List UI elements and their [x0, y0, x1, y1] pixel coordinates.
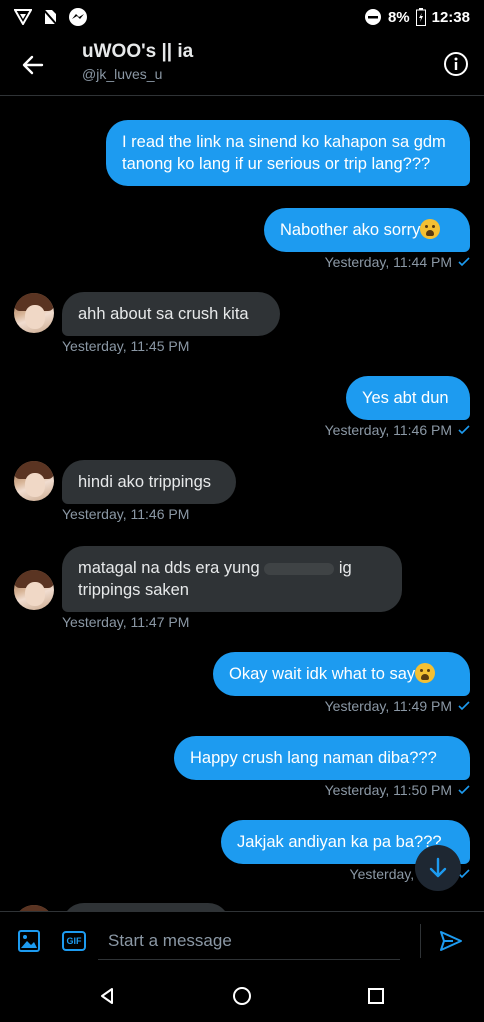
- redacted-text: [264, 562, 335, 575]
- message-bubble-incoming[interactable]: ahh about sa crush kita: [62, 292, 280, 336]
- message-bubble-incoming-partial[interactable]: [62, 903, 230, 911]
- add-gif-button[interactable]: GIF: [61, 928, 87, 954]
- read-check-icon: [458, 425, 470, 435]
- message-composer: GIF: [0, 911, 484, 969]
- status-bar: 8% 12:38: [0, 0, 484, 34]
- message-text: matagal na dds era yung: [78, 559, 260, 577]
- back-button[interactable]: [18, 50, 48, 80]
- message-text: Yes abt dun: [362, 389, 449, 407]
- message-timestamp: Yesterday, 11:46 PM: [62, 506, 190, 522]
- android-navigation-bar: [0, 969, 484, 1022]
- gif-icon: GIF: [62, 931, 86, 951]
- message-timestamp: Yesterday, 11:46 PM: [325, 422, 470, 438]
- message-text: Nabother ako sorry: [280, 221, 421, 239]
- message-text: Okay wait idk what to say: [229, 665, 416, 683]
- conversation-header: uWOO's || ia @jk_luves_u: [0, 34, 484, 96]
- avatar[interactable]: [14, 570, 54, 610]
- conversation-title: uWOO's || ia: [82, 41, 194, 62]
- battery-icon: [415, 8, 426, 26]
- read-check-icon: [458, 257, 470, 267]
- battery-percent: 8%: [387, 8, 410, 26]
- message-text: Jakjak andiyan ka pa ba???: [237, 833, 442, 851]
- conversation-handle: @jk_luves_u: [82, 66, 163, 82]
- message-bubble-outgoing[interactable]: I read the link na sinend ko kahapon sa …: [106, 120, 470, 186]
- conversation-title-block[interactable]: uWOO's || ia @jk_luves_u: [82, 40, 193, 84]
- messenger-icon: [68, 7, 88, 27]
- send-icon: [440, 931, 462, 951]
- message-text: ahh about sa crush kita: [78, 305, 249, 323]
- message-bubble-incoming[interactable]: matagal na dds era yung ig trippings sak…: [62, 546, 402, 612]
- read-check-icon: [458, 701, 470, 711]
- read-check-icon: [458, 785, 470, 795]
- message-bubble-outgoing[interactable]: Okay wait idk what to say: [213, 652, 470, 696]
- message-timestamp: Yesterday, 11:44 PM: [325, 254, 470, 270]
- composer-divider: [420, 924, 421, 958]
- send-button[interactable]: [438, 928, 464, 954]
- message-bubble-outgoing[interactable]: Nabother ako sorry: [264, 208, 470, 252]
- nav-home-icon: [233, 987, 251, 1005]
- message-bubble-outgoing[interactable]: Happy crush lang naman diba???: [174, 736, 470, 780]
- dnd-icon: [364, 8, 382, 26]
- image-icon: [18, 930, 40, 952]
- nav-back-icon: [101, 988, 113, 1004]
- info-button[interactable]: [442, 50, 470, 78]
- message-timestamp: Yesterday, 11:49 PM: [325, 698, 470, 714]
- message-timestamp: Yesterday, 11:50 PM: [325, 782, 470, 798]
- crying-face-emoji: [415, 663, 436, 683]
- nav-recents-button[interactable]: [363, 983, 389, 1009]
- message-text: I read the link na sinend ko kahapon sa …: [122, 133, 446, 173]
- message-bubble-incoming[interactable]: hindi ako trippings: [62, 460, 236, 504]
- signal-icon: [14, 9, 32, 25]
- clock: 12:38: [431, 8, 470, 26]
- nav-back-button[interactable]: [94, 983, 120, 1009]
- avatar[interactable]: [14, 293, 54, 333]
- status-right: 8% 12:38: [364, 8, 470, 26]
- message-text: trippings saken: [78, 581, 189, 599]
- message-text: ig: [338, 559, 352, 577]
- message-timestamp: Yesterday, 11:45 PM: [62, 338, 190, 354]
- message-timestamp: Yesterday, 11:47 PM: [62, 614, 190, 630]
- message-bubble-outgoing[interactable]: Yes abt dun: [346, 376, 470, 420]
- message-text: hindi ako trippings: [78, 473, 211, 491]
- back-arrow-icon: [22, 55, 44, 75]
- message-text: Happy crush lang naman diba???: [190, 749, 437, 767]
- nav-home-button[interactable]: [229, 983, 255, 1009]
- crying-face-emoji: [420, 219, 441, 239]
- nav-recents-icon: [368, 988, 384, 1004]
- add-image-button[interactable]: [16, 928, 42, 954]
- message-input[interactable]: [98, 922, 400, 960]
- no-sim-icon: [42, 8, 58, 26]
- info-icon: [444, 52, 468, 76]
- status-left: [14, 7, 88, 27]
- message-list[interactable]: I read the link na sinend ko kahapon sa …: [0, 97, 484, 911]
- avatar[interactable]: [14, 461, 54, 501]
- arrow-down-icon: [429, 857, 447, 878]
- scroll-to-bottom-button[interactable]: [415, 845, 461, 891]
